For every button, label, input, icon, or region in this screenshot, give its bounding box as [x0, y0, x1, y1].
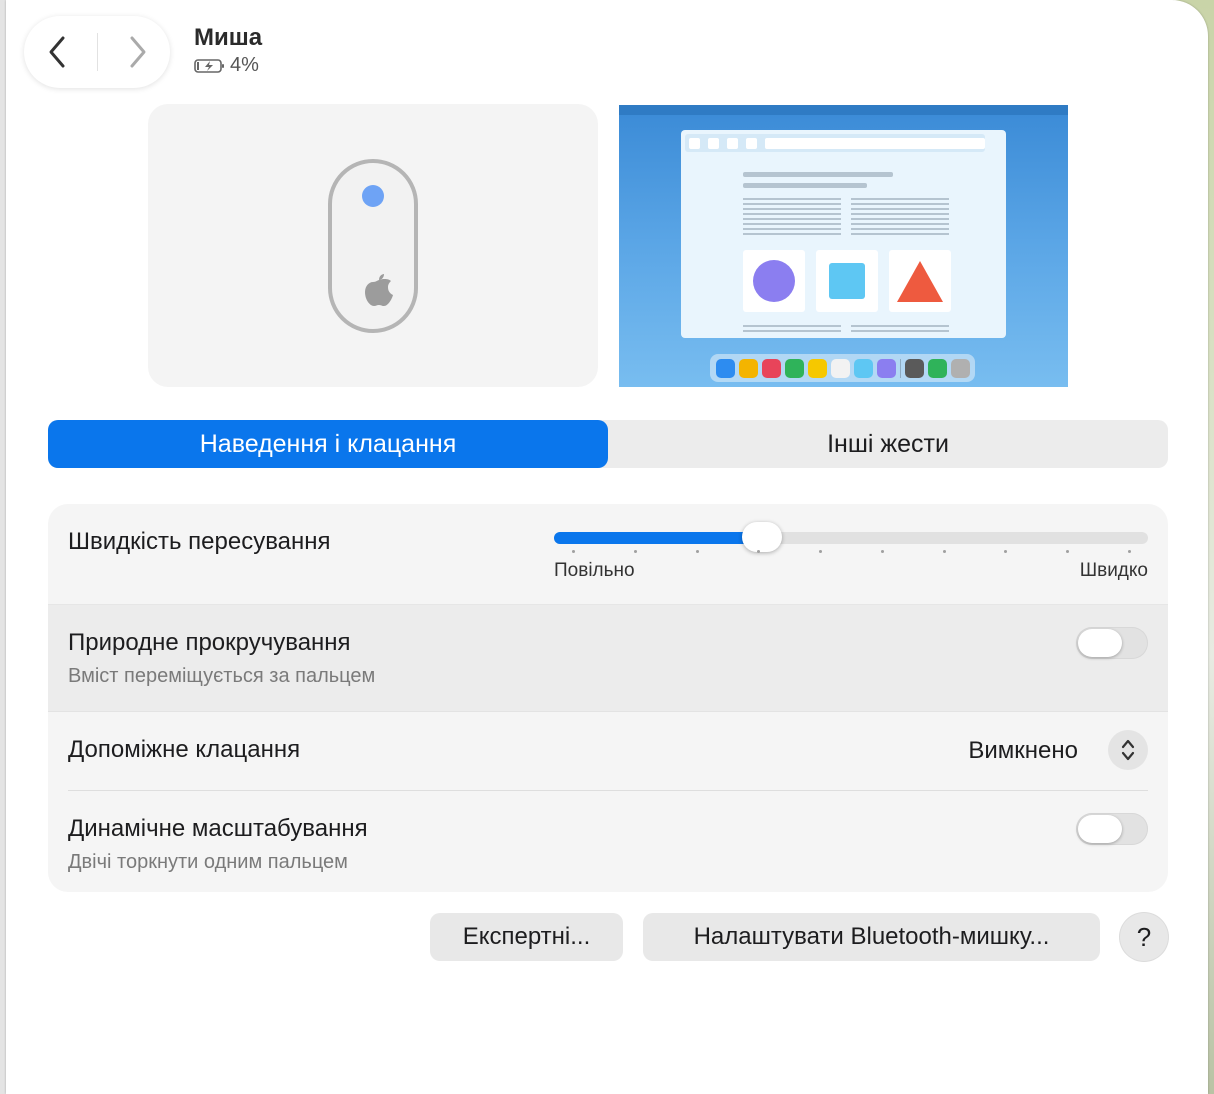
natural-scrolling-row[interactable]: Природне прокручування Вміст переміщуєть…: [48, 604, 1168, 712]
slider-ticks: [554, 550, 1148, 554]
slider-tick: [695, 550, 699, 553]
chevron-right-icon: [130, 36, 145, 68]
dock-separator: [899, 358, 901, 378]
mouse-preview: [148, 104, 598, 387]
dock-icon: [927, 358, 947, 378]
preview-document-illustration: [685, 134, 985, 332]
slider-tick: [1066, 550, 1070, 553]
slider-tick: [572, 550, 575, 553]
advanced-button[interactable]: Експертні...: [430, 913, 623, 961]
preview-dock: [710, 354, 975, 382]
dock-icon: [830, 358, 850, 378]
slider-tick: [1004, 550, 1008, 553]
dock-icon: [876, 358, 896, 378]
tracking-speed-row: Швидкість пересування Повільно Швидко: [48, 504, 1168, 604]
tracking-speed-slider[interactable]: [554, 522, 1148, 552]
slider-tick: [1128, 550, 1131, 553]
magic-mouse-image: [328, 158, 418, 333]
smart-zoom-row: Динамічне масштабування Двічі торкнути о…: [68, 790, 1148, 892]
dock-icon: [761, 358, 781, 378]
segmented-control: Наведення і клацання Інші жести: [48, 420, 1168, 468]
slider-min-label: Повільно: [554, 560, 635, 581]
secondary-click-value[interactable]: Вимкнено: [968, 737, 1078, 765]
dock-icon: [853, 358, 873, 378]
dock-icon: [715, 358, 735, 378]
forward-button[interactable]: [113, 27, 163, 77]
secondary-click-label: Допоміжне клацання: [68, 736, 301, 763]
tracking-speed-label: Швидкість пересування: [68, 528, 331, 555]
help-button[interactable]: ?: [1120, 913, 1168, 961]
chevron-up-down-icon: [1121, 739, 1135, 761]
slider-tick: [757, 550, 761, 553]
nav-divider: [96, 33, 98, 71]
page-title: Миша: [194, 24, 263, 51]
preview-document: [681, 130, 1006, 338]
dock-icon: [950, 358, 970, 378]
slider-max-label: Швидко: [1079, 560, 1148, 581]
smart-zoom-toggle[interactable]: [1076, 813, 1148, 845]
toggle-knob: [1078, 815, 1122, 843]
gesture-preview: [619, 105, 1068, 387]
dock-icon: [738, 358, 758, 378]
secondary-click-row: Допоміжне клацання Вимкнено: [48, 712, 1168, 790]
smart-zoom-label: Динамічне масштабування: [68, 815, 368, 842]
slider-tick: [942, 550, 946, 553]
natural-scrolling-label: Природне прокручування: [68, 629, 351, 656]
back-button[interactable]: [32, 27, 82, 77]
slider-tick: [819, 550, 823, 553]
natural-scrolling-toggle[interactable]: [1076, 627, 1148, 659]
battery-charging-icon: [194, 58, 224, 73]
settings-group: Швидкість пересування Повільно Швидко Пр…: [48, 504, 1168, 892]
header: Миша 4%: [194, 24, 262, 77]
secondary-click-popup-button[interactable]: [1108, 730, 1148, 770]
slider-fill: [554, 532, 762, 544]
toggle-knob: [1078, 629, 1122, 657]
tab-more-gestures[interactable]: Інші жести: [608, 420, 1168, 468]
slider-knob[interactable]: [741, 522, 782, 552]
tab-point-and-click[interactable]: Наведення і клацання: [48, 420, 608, 468]
preview-menubar: [619, 105, 1068, 115]
settings-window: Миша 4% Наведення і клацання Інші жести …: [6, 0, 1208, 1094]
slider-tick: [880, 550, 884, 553]
navigation-buttons: [24, 16, 170, 88]
dock-icon: [904, 358, 924, 378]
natural-scrolling-description: Вміст переміщується за пальцем: [68, 665, 376, 687]
chevron-left-icon: [49, 36, 64, 68]
dock-icon: [784, 358, 804, 378]
battery-status: 4%: [194, 54, 262, 77]
slider-tick: [633, 550, 637, 553]
battery-percent: 4%: [230, 54, 259, 76]
bluetooth-setup-button[interactable]: Налаштувати Bluetooth-мишку...: [643, 913, 1100, 961]
smart-zoom-description: Двічі торкнути одним пальцем: [68, 851, 348, 873]
dock-icon: [807, 358, 827, 378]
